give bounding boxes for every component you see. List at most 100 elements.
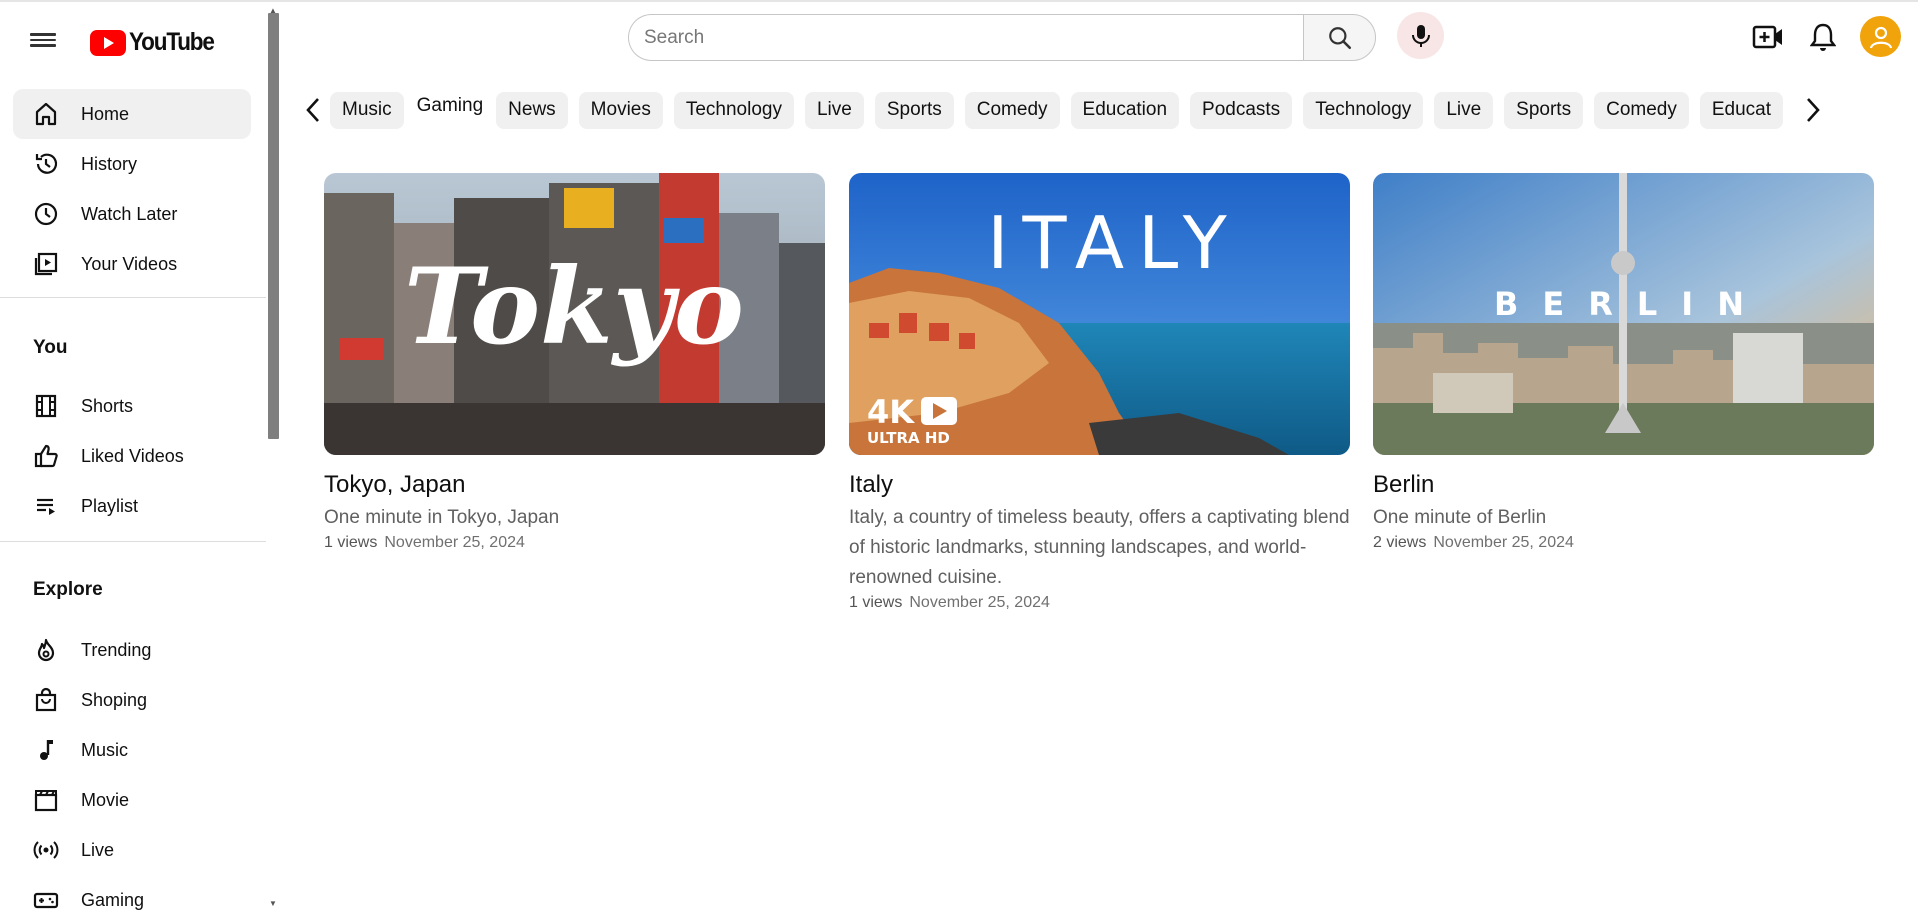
chip-sports[interactable]: Sports bbox=[1504, 91, 1584, 129]
sidebar-item-label: Trending bbox=[81, 639, 152, 660]
shorts-icon bbox=[31, 391, 61, 421]
video-meta: 1 views November 25, 2024 bbox=[849, 594, 1350, 612]
chips-list: Music Gaming News Movies Technology Live… bbox=[330, 91, 1796, 129]
view-count: 2 views bbox=[1373, 534, 1427, 551]
live-broadcast-icon bbox=[31, 835, 61, 865]
sidebar-item-label: History bbox=[81, 153, 138, 174]
sidebar-item-shoping[interactable]: Shoping bbox=[13, 675, 251, 725]
video-card[interactable]: BERLIN Berlin One minute of Berlin 2 vie… bbox=[1373, 173, 1874, 552]
search-icon bbox=[1328, 26, 1351, 49]
video-library-icon bbox=[31, 249, 61, 279]
sidebar-item-watch-later[interactable]: Watch Later bbox=[13, 189, 251, 239]
search-button[interactable] bbox=[1303, 14, 1376, 61]
view-count: 1 views bbox=[849, 594, 903, 611]
chip-movies[interactable]: Movies bbox=[578, 91, 663, 129]
chip-comedy[interactable]: Comedy bbox=[964, 91, 1060, 129]
sidebar-scrollbar[interactable] bbox=[268, 13, 279, 439]
video-add-icon bbox=[1752, 25, 1782, 49]
video-meta: 1 views November 25, 2024 bbox=[324, 534, 825, 552]
view-count: 1 views bbox=[324, 534, 378, 551]
sidebar-heading-explore: Explore bbox=[33, 579, 103, 600]
sidebar-item-label: Watch Later bbox=[81, 203, 178, 224]
upload-date: November 25, 2024 bbox=[909, 594, 1050, 611]
sidebar-item-home[interactable]: Home bbox=[13, 89, 251, 139]
thumbnail-badge-4k: 4K bbox=[867, 393, 915, 431]
video-meta: 2 views November 25, 2024 bbox=[1373, 534, 1874, 552]
video-description: Italy, a country of timeless beauty, off… bbox=[849, 507, 1350, 588]
chevron-left-icon bbox=[306, 98, 319, 122]
chip-comedy[interactable]: Comedy bbox=[1594, 91, 1689, 129]
create-video-button[interactable] bbox=[1749, 18, 1787, 56]
video-title[interactable]: Tokyo, Japan bbox=[324, 471, 825, 499]
search-input[interactable] bbox=[628, 14, 1304, 61]
music-note-icon bbox=[31, 735, 61, 765]
sidebar: Home History Watch Later Your Videos You… bbox=[0, 85, 266, 911]
thumbs-up-icon bbox=[31, 441, 61, 471]
chip-gaming[interactable]: Gaming bbox=[415, 92, 486, 125]
sidebar-item-label: Live bbox=[81, 839, 115, 860]
video-thumbnail[interactable]: ITALY 4K ULTRA HD bbox=[849, 173, 1350, 455]
sidebar-item-your-videos[interactable]: Your Videos bbox=[13, 239, 251, 289]
sidebar-divider bbox=[0, 541, 266, 542]
thumbnail-title-text: BERLIN bbox=[1494, 285, 1768, 323]
youtube-logo[interactable]: YouTube bbox=[90, 28, 223, 57]
sidebar-item-movie[interactable]: Movie bbox=[13, 775, 251, 825]
shopping-bag-icon bbox=[31, 685, 61, 715]
chips-scroll-right-button[interactable] bbox=[1796, 93, 1830, 127]
sidebar-item-label: Liked Videos bbox=[81, 445, 184, 466]
video-title[interactable]: Italy bbox=[849, 471, 1350, 499]
sidebar-item-label: Shoping bbox=[81, 689, 148, 710]
gamepad-icon bbox=[31, 885, 61, 911]
sidebar-item-liked-videos[interactable]: Liked Videos bbox=[13, 431, 251, 481]
category-chips-bar: Music Gaming News Movies Technology Live… bbox=[296, 88, 1836, 132]
fire-icon bbox=[31, 635, 61, 665]
sidebar-item-music[interactable]: Music bbox=[13, 725, 251, 775]
sidebar-item-label: Gaming bbox=[81, 889, 145, 910]
video-thumbnail[interactable]: BERLIN bbox=[1373, 173, 1874, 455]
thumbnail-title-text: Tokyo bbox=[404, 244, 744, 368]
sidebar-item-gaming[interactable]: Gaming bbox=[13, 875, 251, 911]
video-thumbnail[interactable]: Tokyo bbox=[324, 173, 825, 455]
voice-search-button[interactable] bbox=[1397, 12, 1444, 59]
video-description: One minute in Tokyo, Japan bbox=[324, 507, 560, 528]
chip-news[interactable]: News bbox=[496, 91, 568, 129]
sidebar-item-history[interactable]: History bbox=[13, 139, 251, 189]
playlist-icon bbox=[31, 491, 61, 521]
video-card[interactable]: ITALY 4K ULTRA HD Italy Italy, a country… bbox=[849, 173, 1350, 612]
sidebar-item-shorts[interactable]: Shorts bbox=[13, 381, 251, 431]
chip-technology[interactable]: Technology bbox=[673, 91, 794, 129]
play-logo-icon bbox=[90, 29, 126, 56]
sidebar-item-live[interactable]: Live bbox=[13, 825, 251, 875]
thumbnail-title-text: ITALY bbox=[987, 201, 1240, 285]
menu-icon[interactable] bbox=[30, 30, 56, 52]
video-card[interactable]: Tokyo Tokyo, Japan One minute in Tokyo, … bbox=[324, 173, 825, 552]
chip-technology[interactable]: Technology bbox=[1303, 91, 1424, 129]
sidebar-item-label: Shorts bbox=[81, 395, 134, 416]
thumbnail-badge-ultrahd: ULTRA HD bbox=[867, 429, 950, 447]
notifications-button[interactable] bbox=[1804, 18, 1842, 56]
chip-music[interactable]: Music bbox=[330, 91, 404, 129]
sidebar-item-trending[interactable]: Trending bbox=[13, 625, 251, 675]
sidebar-item-label: Home bbox=[81, 103, 130, 124]
chip-podcasts[interactable]: Podcasts bbox=[1190, 91, 1293, 129]
history-icon bbox=[31, 149, 61, 179]
sidebar-divider bbox=[0, 297, 266, 298]
chip-live[interactable]: Live bbox=[1434, 91, 1494, 129]
scroll-down-arrow[interactable]: ▼ bbox=[269, 899, 277, 908]
bell-icon bbox=[1810, 23, 1836, 51]
sidebar-item-label: Playlist bbox=[81, 495, 139, 516]
upload-date: November 25, 2024 bbox=[384, 534, 525, 551]
sidebar-item-playlist[interactable]: Playlist bbox=[13, 481, 251, 531]
chips-scroll-left-button[interactable] bbox=[296, 93, 330, 127]
video-description: One minute of Berlin bbox=[1373, 507, 1547, 528]
chip-education[interactable]: Educat bbox=[1699, 91, 1783, 129]
chip-sports[interactable]: Sports bbox=[874, 91, 954, 129]
chip-live[interactable]: Live bbox=[804, 91, 864, 129]
video-title[interactable]: Berlin bbox=[1373, 471, 1874, 499]
upload-date: November 25, 2024 bbox=[1433, 534, 1574, 551]
chip-education[interactable]: Education bbox=[1070, 91, 1180, 129]
chevron-right-icon bbox=[1807, 98, 1820, 122]
avatar[interactable] bbox=[1860, 16, 1901, 57]
microphone-icon bbox=[1411, 24, 1430, 47]
user-icon bbox=[1869, 26, 1892, 48]
